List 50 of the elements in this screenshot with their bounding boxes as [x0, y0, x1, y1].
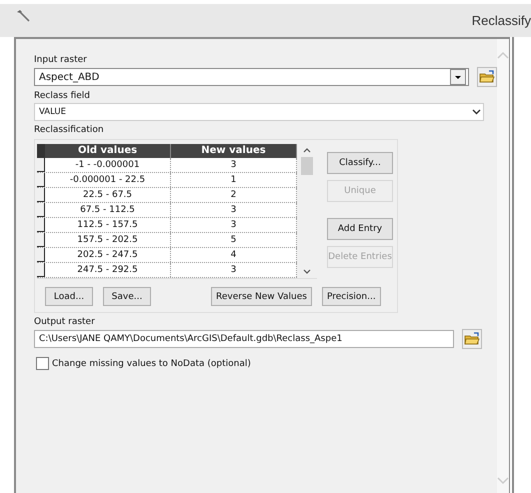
row-header[interactable] [37, 173, 45, 187]
chevron-up-icon[interactable] [303, 147, 311, 153]
row-header[interactable] [37, 248, 45, 262]
table-cell[interactable]: 3 [171, 203, 297, 217]
table-cell[interactable]: 112.5 - 157.5 [45, 218, 171, 232]
section-label: Reclassification [34, 125, 105, 135]
hammer-icon [16, 9, 30, 23]
table-cell[interactable]: 157.5 - 202.5 [45, 233, 171, 247]
action-button[interactable]: Save... [103, 287, 151, 306]
scrollbar-thumb[interactable] [301, 157, 313, 175]
checkbox-label[interactable]: Change missing values to NoData (optional) [52, 358, 251, 368]
table-cell[interactable]: 67.5 - 112.5 [45, 203, 171, 217]
action-button[interactable]: Classify... [327, 152, 393, 174]
table-cell[interactable]: 3 [171, 218, 297, 232]
checkbox[interactable] [36, 357, 49, 370]
table-cell[interactable]: 3 [171, 158, 297, 172]
row-header[interactable] [37, 188, 45, 202]
table-cell[interactable]: 3 [171, 263, 297, 277]
table-cell[interactable]: 1 [171, 173, 297, 187]
table-cell[interactable]: 247.5 - 292.5 [45, 263, 171, 277]
folder-icon[interactable] [462, 329, 482, 349]
table-cell[interactable]: 4 [171, 248, 297, 262]
column-header: New values [171, 144, 297, 158]
field-label: Input raster [34, 55, 88, 65]
table-cell[interactable]: -1 - -0.000001 [45, 158, 171, 172]
table-cell[interactable]: 22.5 - 67.5 [45, 188, 171, 202]
row-header[interactable] [37, 158, 45, 172]
field-label: Reclass field [34, 91, 92, 101]
row-header[interactable] [37, 233, 45, 247]
chevron-down-icon [472, 109, 481, 115]
row-header[interactable] [37, 203, 45, 217]
action-button[interactable]: Load... [45, 287, 93, 306]
output-raster-field[interactable]: C:\Users\JANE QAMY\Documents\ArcGIS\Default.gdb\Reclass_Aspe1 [34, 330, 454, 348]
row-header[interactable] [37, 218, 45, 232]
column-header: Old values [45, 144, 171, 158]
table-cell[interactable]: -0.000001 - 22.5 [45, 173, 171, 187]
input-raster-dropdown[interactable]: Aspect_ABD [34, 68, 469, 86]
chevron-down-icon[interactable] [303, 269, 311, 275]
table-cell[interactable]: 202.5 - 247.5 [45, 248, 171, 262]
dropdown-icon[interactable] [450, 69, 466, 85]
table-cell[interactable]: 2 [171, 188, 297, 202]
folder-icon[interactable] [477, 67, 497, 87]
row-header[interactable] [37, 263, 45, 277]
window-title: Reclassify [472, 13, 531, 28]
reclass-field-dropdown[interactable]: VALUE [34, 103, 484, 121]
action-button[interactable]: Precision... [322, 287, 381, 306]
action-button[interactable]: Add Entry [327, 218, 393, 240]
table-cell[interactable]: 5 [171, 233, 297, 247]
field-label: Output raster [34, 317, 96, 327]
action-button[interactable]: Reverse New Values [211, 287, 312, 306]
